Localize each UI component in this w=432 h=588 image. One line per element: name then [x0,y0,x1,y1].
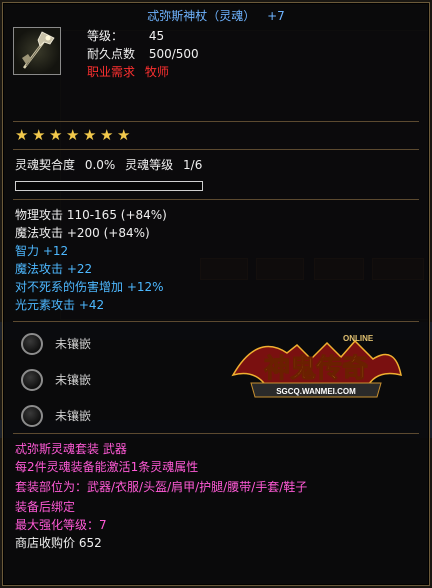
gem-socket [21,333,43,355]
durability-label: 耐久点数 [87,47,136,61]
stat-line: 对不死系的伤害增加 +12% [15,280,164,294]
staff-icon [13,27,61,75]
stat-line: 物理攻击 110-165 (+84%) [15,208,167,222]
socket-label: 未镶嵌 [55,409,92,423]
soul-level-label: 灵魂等级 [125,158,174,172]
enhance-star-icon: ★ [49,126,63,144]
soul-level-value: 1/6 [183,158,203,172]
set-name: 忒弥斯灵魂套装 武器 [15,442,127,456]
soul-fit-value: 0.0% [84,158,116,172]
soul-fit-row: 灵魂契合度 0.0% 灵魂等级 1/6 [15,157,202,173]
divider [13,199,419,200]
soul-fit-label: 灵魂契合度 [15,158,76,172]
class-requirement-label: 职业需求 [87,65,136,79]
game-logo: ONLINE 神鬼传奇 SGCQ.WANMEI.COM [227,325,405,417]
divider [13,149,419,150]
enhance-star-icon: ★ [15,126,29,144]
socket-label: 未镶嵌 [55,373,92,387]
logo-title-text: 神鬼传奇 [264,353,368,384]
item-name: 忒弥斯神杖（灵魂） [147,9,256,23]
gem-socket [21,369,43,391]
staff-icon-graphic [22,31,55,69]
set-description: 每2件灵魂装备能激活1条灵魂属性 [15,460,199,474]
enhance-stars: ★ ★ ★ ★ ★ ★ ★ [15,128,134,143]
max-enhance-level: 最大强化等级：7 [15,518,107,532]
divider [13,121,419,122]
logo-online-text: ONLINE [343,334,374,343]
enhance-star-icon: ★ [117,126,131,144]
socket-label: 未镶嵌 [55,337,92,351]
logo-url-text: SGCQ.WANMEI.COM [276,387,356,396]
item-title: 忒弥斯神杖（灵魂） +7 [3,7,429,24]
item-tooltip: 忒弥斯神杖（灵魂） +7 等级： 45 耐久点数 500/500 职业需求 牧师… [2,2,430,586]
set-parts: 套装部位为：武器/衣服/头盔/肩甲/护腿/腰带/手套/鞋子 [15,480,308,494]
level-value: 45 [148,29,165,43]
divider [13,321,419,322]
stat-line: 光元素攻击 +42 [15,298,105,312]
class-requirement-row: 职业需求 牧师 [87,63,169,81]
enhance-star-icon: ★ [83,126,97,144]
durability-row: 耐久点数 500/500 [87,45,199,63]
item-enhance-level: +7 [267,9,285,23]
stat-line: 智力 +12 [15,244,69,258]
class-requirement-value: 牧师 [144,65,169,79]
enhance-star-icon: ★ [32,126,46,144]
shop-price: 商店收购价 652 [15,536,102,550]
stat-line: 魔法攻击 +200 (+84%) [15,226,150,240]
soul-progress-bar [15,181,203,191]
durability-value: 500/500 [148,47,199,61]
enhance-star-icon: ★ [66,126,80,144]
bind-rule: 装备后绑定 [15,500,76,514]
stat-line: 魔法攻击 +22 [15,262,93,276]
level-label: 等级： [87,29,124,43]
divider [13,433,419,434]
enhance-star-icon: ★ [100,126,114,144]
gem-socket [21,405,43,427]
level-row: 等级： 45 [87,27,164,45]
